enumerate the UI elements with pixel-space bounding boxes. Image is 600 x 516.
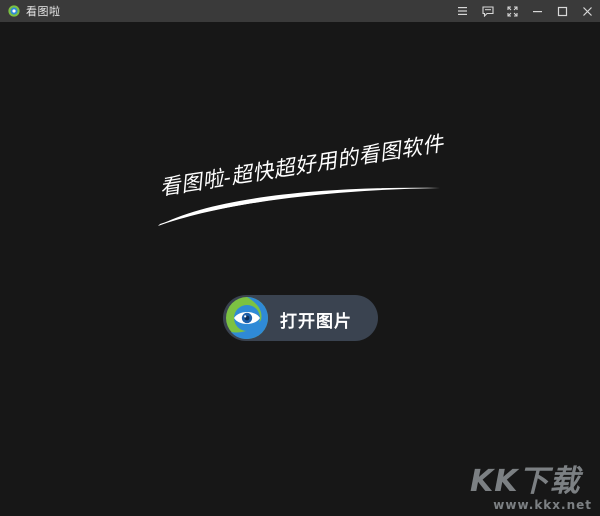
- slogan: 看图啦-超快超好用的看图软件: [150, 131, 450, 235]
- maximize-icon: [557, 6, 568, 16]
- feedback-icon: [481, 5, 494, 17]
- close-button[interactable]: [575, 0, 600, 22]
- open-image-label: 打开图片: [280, 312, 352, 332]
- feedback-button[interactable]: [475, 0, 500, 22]
- swoosh-underline: [158, 187, 440, 226]
- title-bar[interactable]: 看图啦: [0, 0, 600, 22]
- minimize-button[interactable]: [525, 0, 550, 22]
- fullscreen-button[interactable]: [500, 0, 525, 22]
- close-icon: [583, 6, 592, 16]
- menu-button[interactable]: [450, 0, 475, 22]
- fullscreen-icon: [507, 5, 518, 17]
- window-title: 看图啦: [26, 5, 61, 18]
- maximize-button[interactable]: [550, 0, 575, 22]
- eye-logo-icon: [226, 297, 268, 340]
- window-controls: [450, 0, 600, 22]
- app-window: 看图啦 看图啦-超快超好用的看图软件 打开图片 KK下载 www.kkx.net: [0, 0, 600, 516]
- watermark-logo-text: KK下载: [470, 464, 581, 499]
- menu-icon: [458, 7, 467, 15]
- open-image-button[interactable]: 打开图片: [223, 295, 378, 341]
- minimize-icon: [533, 10, 542, 12]
- watermark: KK下载 www.kkx.net: [464, 456, 594, 512]
- app-logo-icon: [8, 5, 20, 17]
- watermark-site: www.kkx.net: [493, 498, 592, 512]
